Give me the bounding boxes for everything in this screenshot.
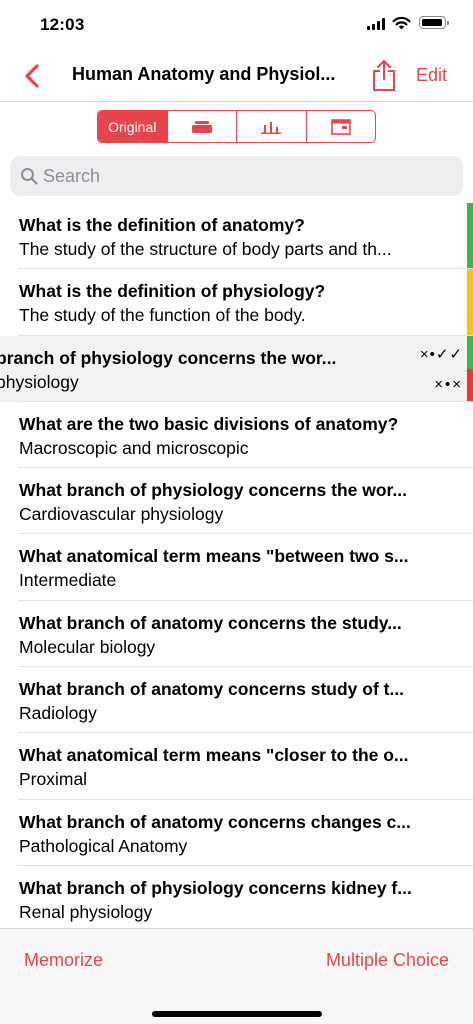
segment-original[interactable]: Original — [98, 111, 168, 142]
segment-card-view[interactable] — [307, 111, 376, 142]
list-item[interactable]: What anatomical term means "between two … — [0, 534, 473, 602]
bottom-toolbar: Memorize Multiple Choice — [0, 928, 473, 1024]
multiple-choice-button[interactable]: Multiple Choice — [326, 950, 449, 971]
list-item[interactable]: What is the definition of anatomy? The s… — [0, 203, 473, 270]
card-answer: Renal physiology — [19, 901, 153, 922]
answer-history-marks-secondary[interactable]: ×•× — [434, 376, 463, 393]
wifi-icon — [392, 16, 411, 30]
search-bar[interactable] — [10, 156, 463, 196]
list-item[interactable]: What branch of physiology concerns kidne… — [0, 866, 473, 928]
card-question: What anatomical term means "between two … — [19, 546, 409, 567]
card-question: What branch of anatomy concerns changes … — [19, 811, 411, 832]
status-indicator-green — [467, 203, 473, 269]
view-mode-segmented-control: Original — [97, 110, 376, 143]
card-question: What is the definition of anatomy? — [19, 215, 305, 235]
list-item[interactable]: What branch of anatomy concerns the stud… — [0, 601, 473, 668]
card-answer: The study of the structure of body parts… — [19, 239, 392, 259]
status-bar: 12:03 — [0, 0, 473, 50]
deck-title: Human Anatomy and Physiol... — [72, 64, 336, 84]
card-answer: Pathological Anatomy — [19, 835, 188, 856]
list-item-swiped[interactable]: branch of physiology concerns the wor...… — [0, 335, 473, 403]
card-answer: physiology — [0, 371, 79, 392]
card-question: What is the definition of physiology? — [19, 281, 326, 302]
card-stack-icon — [191, 120, 212, 133]
cellular-signal-icon — [367, 18, 386, 30]
edit-button[interactable]: Edit — [416, 65, 447, 86]
list-item[interactable]: What branch of physiology concerns the w… — [0, 468, 473, 535]
list-item[interactable]: What branch of anatomy concerns changes … — [0, 800, 473, 867]
card-window-icon — [330, 118, 351, 135]
card-answer: Cardiovascular physiology — [19, 504, 224, 525]
card-question: What branch of physiology concerns the w… — [19, 480, 407, 501]
status-indicator-green — [467, 335, 473, 369]
card-answer: Macroscopic and microscopic — [19, 437, 249, 458]
segment-original-label: Original — [108, 118, 157, 135]
status-indicator-red — [467, 368, 473, 402]
list-item[interactable]: What are the two basic divisions of anat… — [0, 402, 473, 469]
status-time: 12:03 — [40, 15, 85, 34]
card-question: branch of physiology concerns the wor... — [0, 347, 337, 368]
list-item[interactable]: What branch of anatomy concerns study of… — [0, 667, 473, 734]
share-icon[interactable] — [370, 58, 398, 92]
home-indicator[interactable] — [152, 1011, 322, 1017]
navigation-bar: Human Anatomy and Physiol... Edit — [0, 50, 473, 102]
swipe-actions: ×•✓✓ ×•× — [391, 336, 473, 402]
memorize-button[interactable]: Memorize — [24, 950, 103, 971]
status-indicator-yellow — [467, 269, 473, 336]
card-answer: The study of the function of the body. — [19, 305, 306, 326]
segment-statistics[interactable] — [237, 111, 307, 142]
list-item[interactable]: What is the definition of physiology? Th… — [0, 269, 473, 336]
card-question: What are the two basic divisions of anat… — [19, 413, 399, 434]
back-chevron-icon[interactable] — [18, 60, 48, 92]
battery-icon — [419, 16, 449, 29]
card-answer: Proximal — [19, 769, 88, 790]
card-question: What branch of physiology concerns kidne… — [19, 877, 412, 898]
card-question: What branch of anatomy concerns study of… — [19, 679, 405, 700]
bar-chart-icon — [261, 121, 282, 134]
card-question: What anatomical term means "closer to th… — [19, 745, 409, 766]
search-input[interactable] — [43, 156, 443, 196]
segment-cards[interactable] — [168, 111, 237, 142]
card-answer: Intermediate — [19, 570, 117, 591]
card-answer: Molecular biology — [19, 636, 156, 657]
card-question: What branch of anatomy concerns the stud… — [19, 612, 402, 633]
card-answer: Radiology — [19, 703, 97, 724]
search-icon — [21, 168, 38, 185]
card-list: What is the definition of anatomy? The s… — [0, 203, 473, 928]
list-item[interactable]: What anatomical term means "closer to th… — [0, 733, 473, 800]
answer-history-marks[interactable]: ×•✓✓ — [420, 345, 463, 363]
